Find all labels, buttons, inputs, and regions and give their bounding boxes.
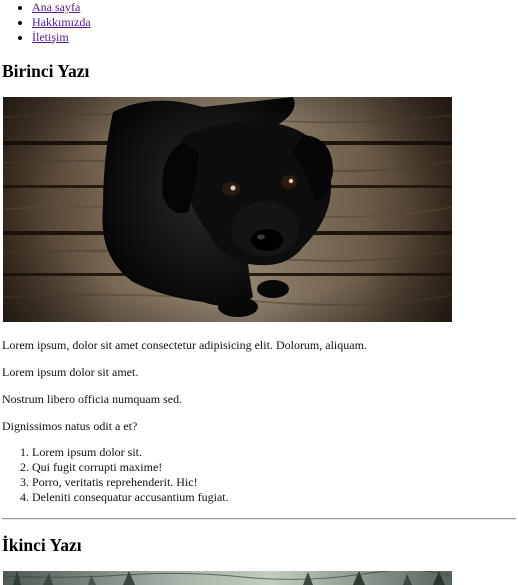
forest-photo — [3, 571, 452, 585]
main-nav: Ana sayfa Hakkımızda İletişim — [0, 0, 91, 45]
nav-link-home[interactable]: Ana sayfa — [32, 0, 80, 14]
post1-paragraph-2: Lorem ipsum dolor sit amet. — [2, 365, 139, 379]
post1-paragraph-3: Nostrum libero officia numquam sed. — [2, 392, 183, 406]
nav-item-contact: İletişim — [32, 30, 91, 45]
nav-item-home: Ana sayfa — [32, 0, 91, 15]
nav-link-contact[interactable]: İletişim — [32, 30, 69, 44]
post-title-2: İkinci Yazı — [2, 535, 82, 555]
post-divider — [2, 518, 516, 520]
nav-item-about: Hakkımızda — [32, 15, 91, 30]
black-puppy-photo — [3, 97, 452, 322]
nav-link-about[interactable]: Hakkımızda — [32, 15, 91, 29]
list-item: Lorem ipsum dolor sit. — [32, 445, 229, 460]
post-title-1: Birinci Yazı — [2, 61, 90, 81]
post1-paragraph-4: Dignissimos natus odit a et? — [2, 419, 138, 433]
post1-paragraph-1: Lorem ipsum, dolor sit amet consectetur … — [2, 338, 367, 352]
list-item: Qui fugit corrupti maxime! — [32, 460, 229, 475]
list-item: Porro, veritatis reprehenderit. Hic! — [32, 475, 229, 490]
list-item: Deleniti consequatur accusantium fugiat. — [32, 490, 229, 505]
post1-ordered-list: Lorem ipsum dolor sit. Qui fugit corrupt… — [0, 445, 229, 505]
